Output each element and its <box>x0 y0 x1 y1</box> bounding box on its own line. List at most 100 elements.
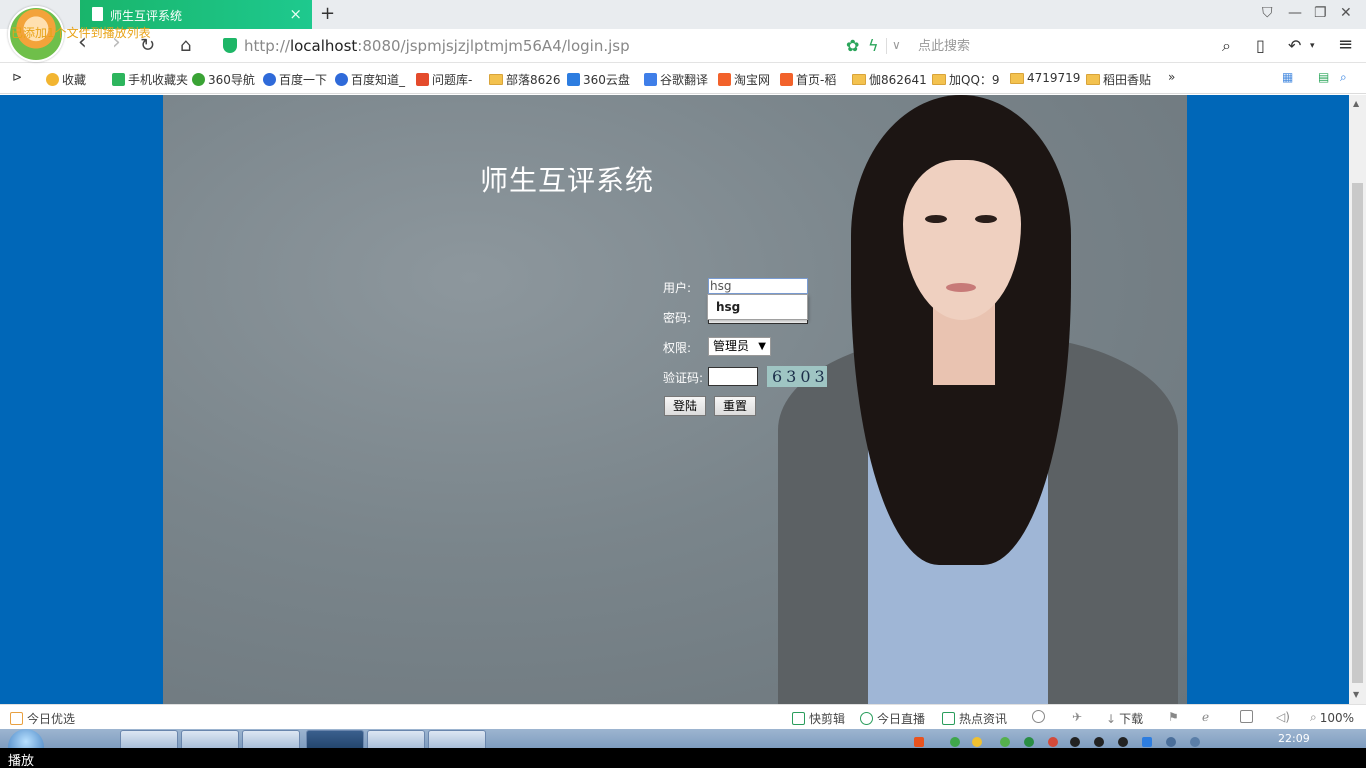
flag-icon[interactable]: ⚑ <box>1168 710 1179 724</box>
tray-icon[interactable] <box>1166 737 1176 747</box>
password-label: 密码: <box>663 311 692 325</box>
scroll-up-icon[interactable]: ▲ <box>1353 99 1359 108</box>
tray-icon[interactable] <box>1142 737 1152 747</box>
folder-icon <box>852 74 866 85</box>
video-edit-button[interactable]: 快剪辑 <box>792 710 845 727</box>
tray-icon[interactable] <box>914 737 924 747</box>
minimize-button[interactable]: — <box>1288 5 1302 21</box>
undo-icon[interactable]: ↶ <box>1288 36 1301 55</box>
chevron-down-icon: ▼ <box>758 341 766 352</box>
login-button[interactable]: 登陆 <box>664 396 706 416</box>
today-picks[interactable]: 今日优选 <box>10 710 75 727</box>
url-field[interactable]: http://localhost:8080/jspmjsjzjlptmjm56A… <box>244 37 630 55</box>
bookmark-item[interactable]: 360云盘 <box>567 71 630 88</box>
bookmark-item[interactable]: 收藏 <box>46 71 86 88</box>
role-select[interactable]: 管理员 ▼ <box>708 337 771 356</box>
reset-button[interactable]: 重置 <box>714 396 756 416</box>
tab-strip: 师生互评系统 × + ⛉ — ❐ ✕ <box>0 0 1366 29</box>
undo-dropdown-icon[interactable]: ▾ <box>1310 41 1315 51</box>
security-shield-icon[interactable] <box>223 38 237 53</box>
live-button[interactable]: 今日直播 <box>860 710 925 727</box>
home-button[interactable]: ⌂ <box>180 35 191 56</box>
video-edit-label: 快剪辑 <box>809 712 846 726</box>
menu-icon[interactable]: ≡ <box>1338 34 1353 55</box>
bookmark-item[interactable]: 手机收藏夹 <box>112 71 188 88</box>
tray-icon[interactable] <box>950 737 960 747</box>
tray-icon[interactable] <box>1118 737 1128 747</box>
new-tab-button[interactable]: + <box>320 3 335 24</box>
history-icon[interactable] <box>1032 710 1049 723</box>
bookmark-label: 百度知道_ <box>351 73 406 87</box>
more-bookmarks-button[interactable]: » <box>1168 70 1175 84</box>
page-content: 师生互评系统 用户: hsg 密码: 权限: 管理员 ▼ 验证码: 6303 登陆… <box>0 95 1349 704</box>
tray-icon[interactable] <box>972 737 982 747</box>
vertical-scrollbar[interactable]: ▲ ▼ <box>1349 95 1366 704</box>
taskbar-app[interactable] <box>181 730 239 748</box>
gift-icon <box>10 712 23 725</box>
speed-mode-icon[interactable]: ✿ <box>846 36 859 55</box>
pin-icon[interactable]: ✈ <box>1072 710 1082 724</box>
360-icon <box>192 73 205 86</box>
news-button[interactable]: 热点资讯 <box>942 710 1007 727</box>
taskbar-app[interactable] <box>367 730 425 748</box>
download-button[interactable]: ↓ 下载 <box>1106 710 1143 727</box>
taskbar-clock[interactable]: 22:09 <box>1278 732 1310 745</box>
tray-icon[interactable] <box>1094 737 1104 747</box>
scroll-thumb[interactable] <box>1352 183 1363 683</box>
volume-icon[interactable]: ◁) <box>1276 710 1290 724</box>
start-button[interactable] <box>8 729 44 748</box>
tray-icon[interactable] <box>1190 737 1200 747</box>
bookmark-item[interactable]: 谷歌翻译 <box>644 71 708 88</box>
taskbar-app[interactable] <box>428 730 486 748</box>
search-input[interactable] <box>918 36 1218 56</box>
captcha-input[interactable] <box>708 367 758 386</box>
bookmark-item[interactable]: 问题库- <box>416 71 472 88</box>
search-icon[interactable]: ⌕ <box>1222 36 1231 56</box>
tray-icon[interactable] <box>1048 737 1058 747</box>
taskbar-app[interactable] <box>120 730 178 748</box>
bookmark-item[interactable]: 首页-稻 <box>780 71 836 88</box>
bookmark-item[interactable]: 百度一下 <box>263 71 327 88</box>
lightning-icon[interactable]: ϟ <box>868 36 879 55</box>
apps-icon[interactable]: ▦ <box>1282 70 1293 84</box>
tab-close-button[interactable]: × <box>289 5 302 23</box>
bookmark-item[interactable]: 加QQ：9 <box>932 71 1000 88</box>
scroll-down-icon[interactable]: ▼ <box>1353 690 1359 699</box>
window-icon[interactable] <box>1240 710 1257 723</box>
bookmark-item[interactable]: 伽862641 <box>852 71 927 88</box>
download-label: 下载 <box>1119 712 1144 726</box>
sidebar-toggle-icon[interactable]: ⊳ <box>12 70 22 84</box>
bookmark-item[interactable]: 稻田香贴 <box>1086 71 1151 88</box>
ie-icon[interactable]: ℯ <box>1202 710 1209 724</box>
bookmark-item[interactable]: 部落8626 <box>489 71 561 88</box>
username-input[interactable] <box>708 278 808 294</box>
taskbar-app[interactable] <box>242 730 300 748</box>
photo-eye <box>925 215 947 223</box>
maximize-button[interactable]: ❐ <box>1314 5 1327 21</box>
bookmark-item[interactable]: 百度知道_ <box>335 71 405 88</box>
mobile-icon[interactable]: ▯ <box>1256 36 1265 55</box>
bookmark-item[interactable]: 淘宝网 <box>718 71 770 88</box>
dropdown-icon[interactable]: ∨ <box>892 38 901 52</box>
skin-icon[interactable]: ⛉ <box>1262 5 1273 21</box>
bookmark-item[interactable]: 4719719 <box>1010 71 1080 85</box>
zoom-search-icon[interactable]: ⌕ <box>1340 70 1347 85</box>
tray-icon[interactable] <box>1024 737 1034 747</box>
tray-icon[interactable] <box>1070 737 1080 747</box>
autocomplete-dropdown[interactable]: hsg <box>707 294 808 320</box>
photo-eye <box>975 215 997 223</box>
bookmark-item[interactable]: 360导航 <box>192 71 255 88</box>
bookmark-label: 收藏 <box>62 73 87 87</box>
tray-icon[interactable] <box>1000 737 1010 747</box>
star-icon <box>46 73 59 86</box>
taskbar-app[interactable] <box>306 730 364 748</box>
folder-icon <box>489 74 503 85</box>
window-close-button[interactable]: ✕ <box>1340 5 1352 21</box>
bookmark-label: 首页-稻 <box>796 73 837 87</box>
reader-icon[interactable]: ▤ <box>1318 70 1329 84</box>
captcha-image[interactable]: 6303 <box>767 366 827 387</box>
bookmark-label: 淘宝网 <box>734 73 771 87</box>
zoom-control[interactable]: ⌕ 100% <box>1310 710 1354 725</box>
media-status-strip: 播放 <box>0 748 1366 769</box>
autocomplete-option[interactable]: hsg <box>716 300 740 314</box>
